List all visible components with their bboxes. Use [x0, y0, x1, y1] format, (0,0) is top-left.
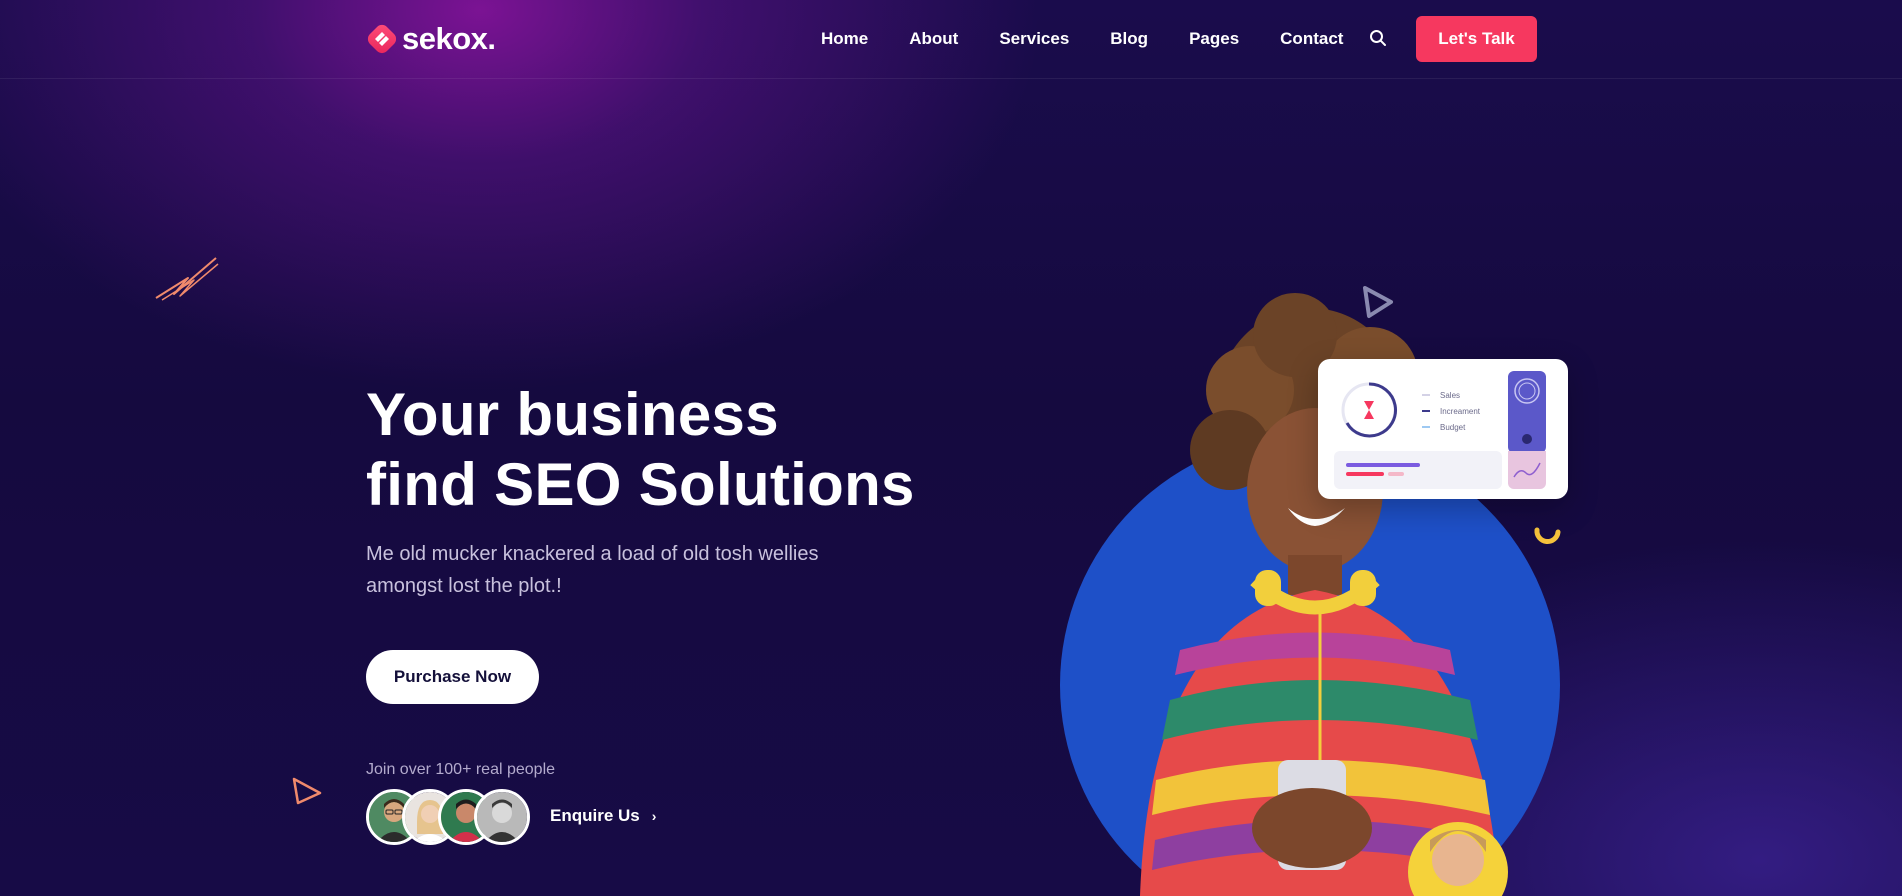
hero-description: Me old mucker knackered a load of old to…: [366, 543, 819, 597]
nav-about[interactable]: About: [909, 27, 958, 51]
zigzag-decoration-icon: [155, 257, 219, 301]
chevron-right-icon: ›: [651, 808, 657, 824]
nav-blog[interactable]: Blog: [1110, 27, 1148, 51]
enquire-us-link[interactable]: Enquire Us ›: [550, 806, 656, 826]
search-icon[interactable]: [1368, 28, 1388, 48]
hero-title: Your business find SEO Solutions: [366, 380, 986, 520]
brand-logo[interactable]: sekox.: [366, 21, 496, 57]
legend-label: Sales: [1440, 390, 1461, 400]
dashboard-progress-panel: [1334, 451, 1502, 489]
hero-title-line-2: find SEO Solutions: [366, 451, 915, 518]
dashboard-side-panel: [1508, 371, 1546, 453]
nav-contact[interactable]: Contact: [1280, 27, 1343, 51]
site-header: sekox. Home About Services Blog Pages Co…: [0, 0, 1902, 79]
legend-item-sales: Sales: [1422, 387, 1480, 403]
legend-item-budget: Budget: [1422, 419, 1480, 435]
legend-label: Budget: [1440, 422, 1466, 432]
hero-title-line-1: Your business: [366, 381, 779, 448]
brand-name: sekox.: [402, 21, 496, 56]
enquire-us-label: Enquire Us: [550, 806, 640, 825]
avatar-group: [366, 789, 536, 845]
purchase-now-button[interactable]: Purchase Now: [366, 650, 539, 704]
legend-label: Increament: [1440, 406, 1481, 416]
avatar: [474, 789, 530, 845]
nav-services[interactable]: Services: [999, 27, 1069, 51]
legend-item-increament: Increament: [1422, 403, 1480, 419]
join-text: Join over 100+ real people: [366, 761, 556, 778]
nav-pages[interactable]: Pages: [1189, 27, 1239, 51]
donut-chart-icon: [1341, 382, 1398, 438]
logo-mark-icon: [367, 24, 397, 54]
lets-talk-button[interactable]: Let's Talk: [1416, 16, 1537, 62]
nav-home[interactable]: Home: [821, 27, 868, 51]
dashboard-stats-card: Sales Increament Budget: [1318, 359, 1568, 499]
main-nav: Home About Services Blog Pages Contact: [821, 27, 1384, 51]
dashboard-trend-panel: [1508, 451, 1546, 489]
triangle-decoration-icon: [292, 777, 322, 805]
dashboard-legend: Sales Increament Budget: [1422, 387, 1480, 435]
